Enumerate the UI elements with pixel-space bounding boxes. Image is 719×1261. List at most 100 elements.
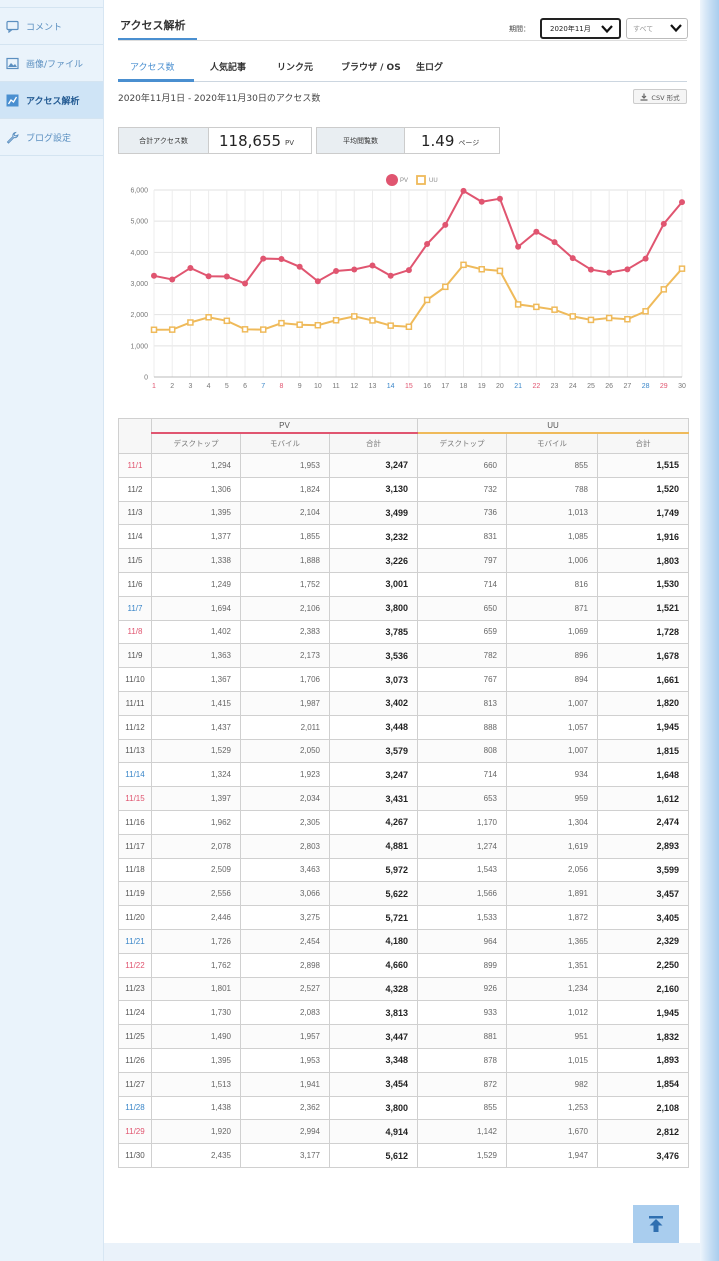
tab-referrers[interactable]: リンク元 [277, 60, 313, 73]
header-divider [118, 40, 687, 41]
pv-point [405, 267, 412, 274]
uu-mobile-cell: 1,012 [506, 1000, 598, 1026]
x-tick-label: 10 [314, 383, 322, 390]
date-cell: 11/4 [118, 524, 152, 550]
x-tick-label: 11 [332, 383, 339, 390]
uu-mobile-cell: 1,619 [506, 833, 598, 859]
date-cell: 11/12 [118, 714, 152, 740]
pv-point [442, 221, 449, 228]
table-row: 11/30 2,435 3,177 5,612 1,529 1,947 3,476 [118, 1143, 689, 1168]
uu-point [587, 316, 595, 324]
uu-mobile-cell: 1,351 [506, 952, 598, 978]
pv-mobile-cell: 1,987 [240, 690, 330, 716]
uu-total-cell: 1,945 [597, 1000, 689, 1026]
access-table: PV UU デスクトップ モバイル 合計 デスクトップ モバイル 合計 11/1… [118, 418, 689, 1168]
date-cell: 11/21 [118, 928, 152, 954]
uu-total-cell: 1,728 [597, 619, 689, 645]
uu-mobile-cell: 1,007 [506, 690, 598, 716]
pv-mobile-header: モバイル [240, 432, 330, 454]
table-row: 11/25 1,490 1,957 3,447 881 951 1,832 [118, 1024, 689, 1049]
pv-mobile-cell: 2,034 [240, 786, 330, 811]
table-row: 11/23 1,801 2,527 4,328 926 1,234 2,160 [118, 976, 689, 1002]
uu-point [569, 313, 577, 320]
table-row: 11/11 1,415 1,987 3,402 813 1,007 1,820 [118, 690, 689, 716]
uu-desktop-cell: 964 [417, 928, 507, 954]
pv-point [387, 272, 394, 279]
avg-pages-value: 1.49 ページ [405, 128, 479, 153]
uu-desktop-cell: 1,543 [417, 857, 507, 883]
pv-point [660, 220, 667, 227]
uu-point [332, 317, 340, 324]
sidebar-item-analytics[interactable]: アクセス解析 [0, 82, 103, 119]
device-select[interactable]: すべて [626, 18, 688, 39]
uu-desktop-cell: 926 [417, 976, 507, 1002]
uu-desktop-cell: 888 [417, 714, 507, 740]
pv-total-cell: 3,130 [329, 476, 418, 502]
uu-desktop-cell: 1,533 [417, 905, 507, 930]
table-row: 11/15 1,397 2,034 3,431 653 959 1,612 [118, 786, 689, 811]
pv-point [187, 264, 194, 271]
uu-desktop-cell: 714 [417, 762, 507, 788]
pv-desktop-cell: 1,801 [151, 976, 241, 1002]
x-tick-label: 23 [551, 383, 559, 390]
pv-mobile-cell: 1,888 [240, 548, 330, 573]
table-row: 11/5 1,338 1,888 3,226 797 1,006 1,803 [118, 548, 689, 573]
x-tick-label: 13 [369, 383, 377, 390]
pv-point [424, 241, 431, 248]
pv-point [460, 187, 467, 194]
scroll-to-top-button[interactable] [633, 1205, 679, 1243]
uu-mobile-cell: 1,253 [506, 1095, 598, 1121]
uu-mobile-cell: 894 [506, 667, 598, 692]
sidebar-item-comments[interactable]: コメント [0, 8, 103, 45]
pv-total-cell: 3,579 [329, 738, 418, 764]
chevron-down-icon [601, 25, 613, 34]
tab-access-count[interactable]: アクセス数 [130, 60, 175, 73]
tab-raw-log[interactable]: 生ログ [416, 60, 443, 73]
uu-total-cell: 1,520 [597, 476, 689, 502]
pv-desktop-cell: 1,726 [151, 928, 241, 954]
pv-mobile-cell: 2,050 [240, 738, 330, 764]
date-cell: 11/27 [118, 1071, 152, 1097]
pv-point [369, 262, 376, 269]
sidebar-item-blog-settings[interactable]: ブログ設定 [0, 119, 103, 156]
pv-total-cell: 3,454 [329, 1071, 418, 1097]
pv-point [533, 228, 540, 235]
x-tick-label: 27 [623, 383, 631, 390]
x-tick-label: 7 [261, 383, 265, 390]
uu-total-cell: 3,457 [597, 881, 689, 907]
y-tick-label: 6,000 [130, 188, 148, 195]
pv-total-cell: 3,813 [329, 1000, 418, 1026]
total-access-box: 合計アクセス数 118,655 PV [118, 127, 312, 154]
pv-total-cell: 3,232 [329, 524, 418, 550]
uu-desktop-cell: 782 [417, 643, 507, 669]
pv-point [314, 278, 321, 285]
period-select[interactable]: 2020年11月 [540, 18, 621, 39]
uu-point [223, 317, 231, 325]
x-tick-label: 2 [170, 383, 174, 390]
uu-point [460, 261, 467, 269]
date-cell: 11/16 [118, 809, 152, 835]
access-line-chart: 01,0002,0003,0004,0005,0006,0001 2 3 4 5 6 7 8 9… [130, 174, 686, 390]
uu-desktop-cell: 808 [417, 738, 507, 764]
pv-total-cell: 4,881 [329, 833, 418, 859]
pv-desktop-cell: 1,306 [151, 476, 241, 502]
csv-export-button[interactable]: CSV 形式 [633, 89, 687, 104]
pv-desktop-cell: 1,694 [151, 595, 241, 621]
tab-popular-posts[interactable]: 人気記事 [210, 60, 246, 73]
pv-total-cell: 5,972 [329, 857, 418, 883]
x-tick-label: 8 [279, 383, 283, 390]
y-tick-label: 2,000 [130, 312, 148, 319]
pv-point [679, 199, 685, 206]
uu-mobile-cell: 896 [506, 643, 598, 669]
sidebar-item-images[interactable]: 画像/ファイル [0, 45, 103, 82]
date-cell: 11/11 [118, 690, 152, 716]
pv-desktop-cell: 1,395 [151, 500, 241, 526]
tab-browser-os[interactable]: ブラウザ / OS [341, 60, 401, 73]
uu-total-cell: 1,678 [597, 643, 689, 669]
pv-total-cell: 3,800 [329, 1095, 418, 1121]
uu-point [351, 313, 358, 320]
pv-mobile-cell: 2,362 [240, 1095, 330, 1121]
pv-desktop-cell: 2,078 [151, 833, 241, 859]
csv-export-label: CSV 形式 [651, 93, 680, 102]
pv-total-cell: 3,448 [329, 714, 418, 740]
